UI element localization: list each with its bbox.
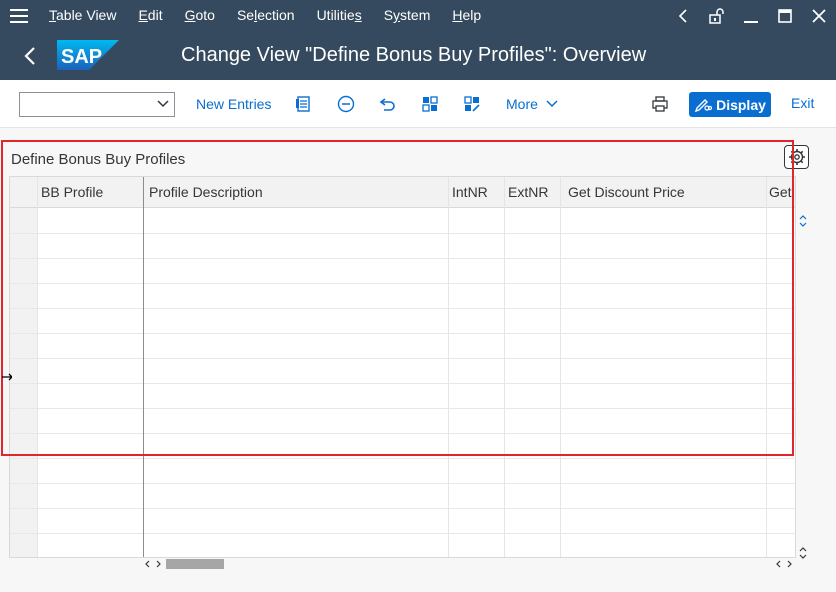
menu-table-view[interactable]: Table View — [38, 0, 127, 31]
column-header-extnr[interactable]: ExtNR — [504, 177, 560, 208]
window-controls — [666, 0, 836, 31]
table-row[interactable] — [10, 258, 795, 259]
more-button[interactable]: More — [506, 95, 558, 113]
column-header-profile-description[interactable]: Profile Description — [145, 177, 449, 208]
table-row[interactable] — [10, 308, 795, 309]
table-row[interactable] — [10, 333, 795, 334]
menu-help[interactable]: Help — [441, 0, 492, 31]
sap-logo: SAP — [57, 40, 119, 70]
table-row[interactable] — [10, 433, 795, 434]
new-entries-button[interactable]: New Entries — [196, 95, 271, 113]
horizontal-scroll-thumb[interactable] — [166, 559, 224, 569]
minus-circle-icon[interactable] — [335, 93, 357, 115]
chevron-left-icon[interactable] — [666, 0, 700, 31]
maximize-icon[interactable] — [768, 0, 802, 31]
resize-cursor-icon — [2, 373, 12, 381]
chevron-down-icon — [546, 100, 558, 108]
table-row[interactable] — [10, 383, 795, 384]
column-header-bb-profile[interactable]: BB Profile — [37, 177, 143, 208]
scroll-up-down-icon[interactable] — [798, 546, 808, 560]
column-header-get-discount-price[interactable]: Get Discount Price — [564, 177, 764, 208]
command-field[interactable] — [19, 92, 175, 117]
settings-button[interactable] — [784, 145, 809, 169]
undo-icon[interactable] — [377, 93, 399, 115]
settings-icon — [788, 149, 805, 165]
table-row[interactable] — [10, 483, 795, 484]
table-row[interactable] — [10, 508, 795, 509]
column-separator — [448, 177, 449, 557]
column-separator — [560, 177, 561, 557]
table-header: BB Profile Profile Description IntNR Ext… — [10, 177, 795, 208]
more-label: More — [506, 96, 538, 112]
menu-edit[interactable]: Edit — [127, 0, 173, 31]
display-label: Display — [716, 96, 766, 113]
menu-bar: Table View Edit Goto Selection Utilities… — [0, 0, 836, 31]
table-row[interactable] — [10, 283, 795, 284]
panel-title: Define Bonus Buy Profiles — [11, 151, 186, 168]
grid-icon[interactable] — [419, 93, 441, 115]
close-icon[interactable] — [802, 0, 836, 31]
scroll-left-right-icon[interactable] — [143, 559, 163, 569]
profiles-table: BB Profile Profile Description IntNR Ext… — [9, 176, 796, 558]
scroll-up-down-icon[interactable] — [798, 214, 808, 228]
menu-utilities[interactable]: Utilities — [306, 0, 373, 31]
scroll-left-right-icon[interactable] — [774, 559, 794, 569]
table-row[interactable] — [10, 533, 795, 534]
page-title: Change View "Define Bonus Buy Profiles":… — [181, 44, 647, 66]
horizontal-scrollbar[interactable] — [143, 557, 796, 571]
lock-icon[interactable] — [700, 0, 734, 31]
column-separator — [504, 177, 505, 557]
back-arrow-icon — [24, 47, 35, 65]
menu-goto[interactable]: Goto — [174, 0, 226, 31]
minimize-icon[interactable] — [734, 0, 768, 31]
table-row[interactable] — [10, 408, 795, 409]
title-bar: SAP Change View "Define Bonus Buy Profil… — [0, 31, 836, 80]
pencil-glasses-icon — [694, 98, 713, 112]
table-row[interactable] — [10, 358, 795, 359]
menu-system[interactable]: System — [373, 0, 442, 31]
printer-icon[interactable] — [649, 93, 671, 115]
exit-button[interactable]: Exit — [791, 95, 814, 111]
hamburger-icon[interactable] — [0, 0, 38, 31]
document-icon[interactable] — [293, 93, 315, 115]
column-separator — [766, 177, 767, 557]
column-header-get[interactable]: Get — [765, 177, 795, 208]
display-button[interactable]: Display — [689, 92, 771, 117]
table-row[interactable] — [10, 233, 795, 234]
back-button[interactable] — [16, 43, 44, 69]
column-header-intnr[interactable]: IntNR — [448, 177, 504, 208]
menu-selection[interactable]: Selection — [226, 0, 306, 31]
column-separator — [37, 177, 38, 557]
table-row[interactable] — [10, 458, 795, 459]
vertical-scrollbar[interactable] — [796, 208, 810, 572]
svg-text:SAP: SAP — [61, 46, 102, 68]
grid-edit-icon[interactable] — [461, 93, 483, 115]
fixed-column-separator — [143, 177, 144, 557]
chevron-down-icon[interactable] — [157, 99, 169, 109]
